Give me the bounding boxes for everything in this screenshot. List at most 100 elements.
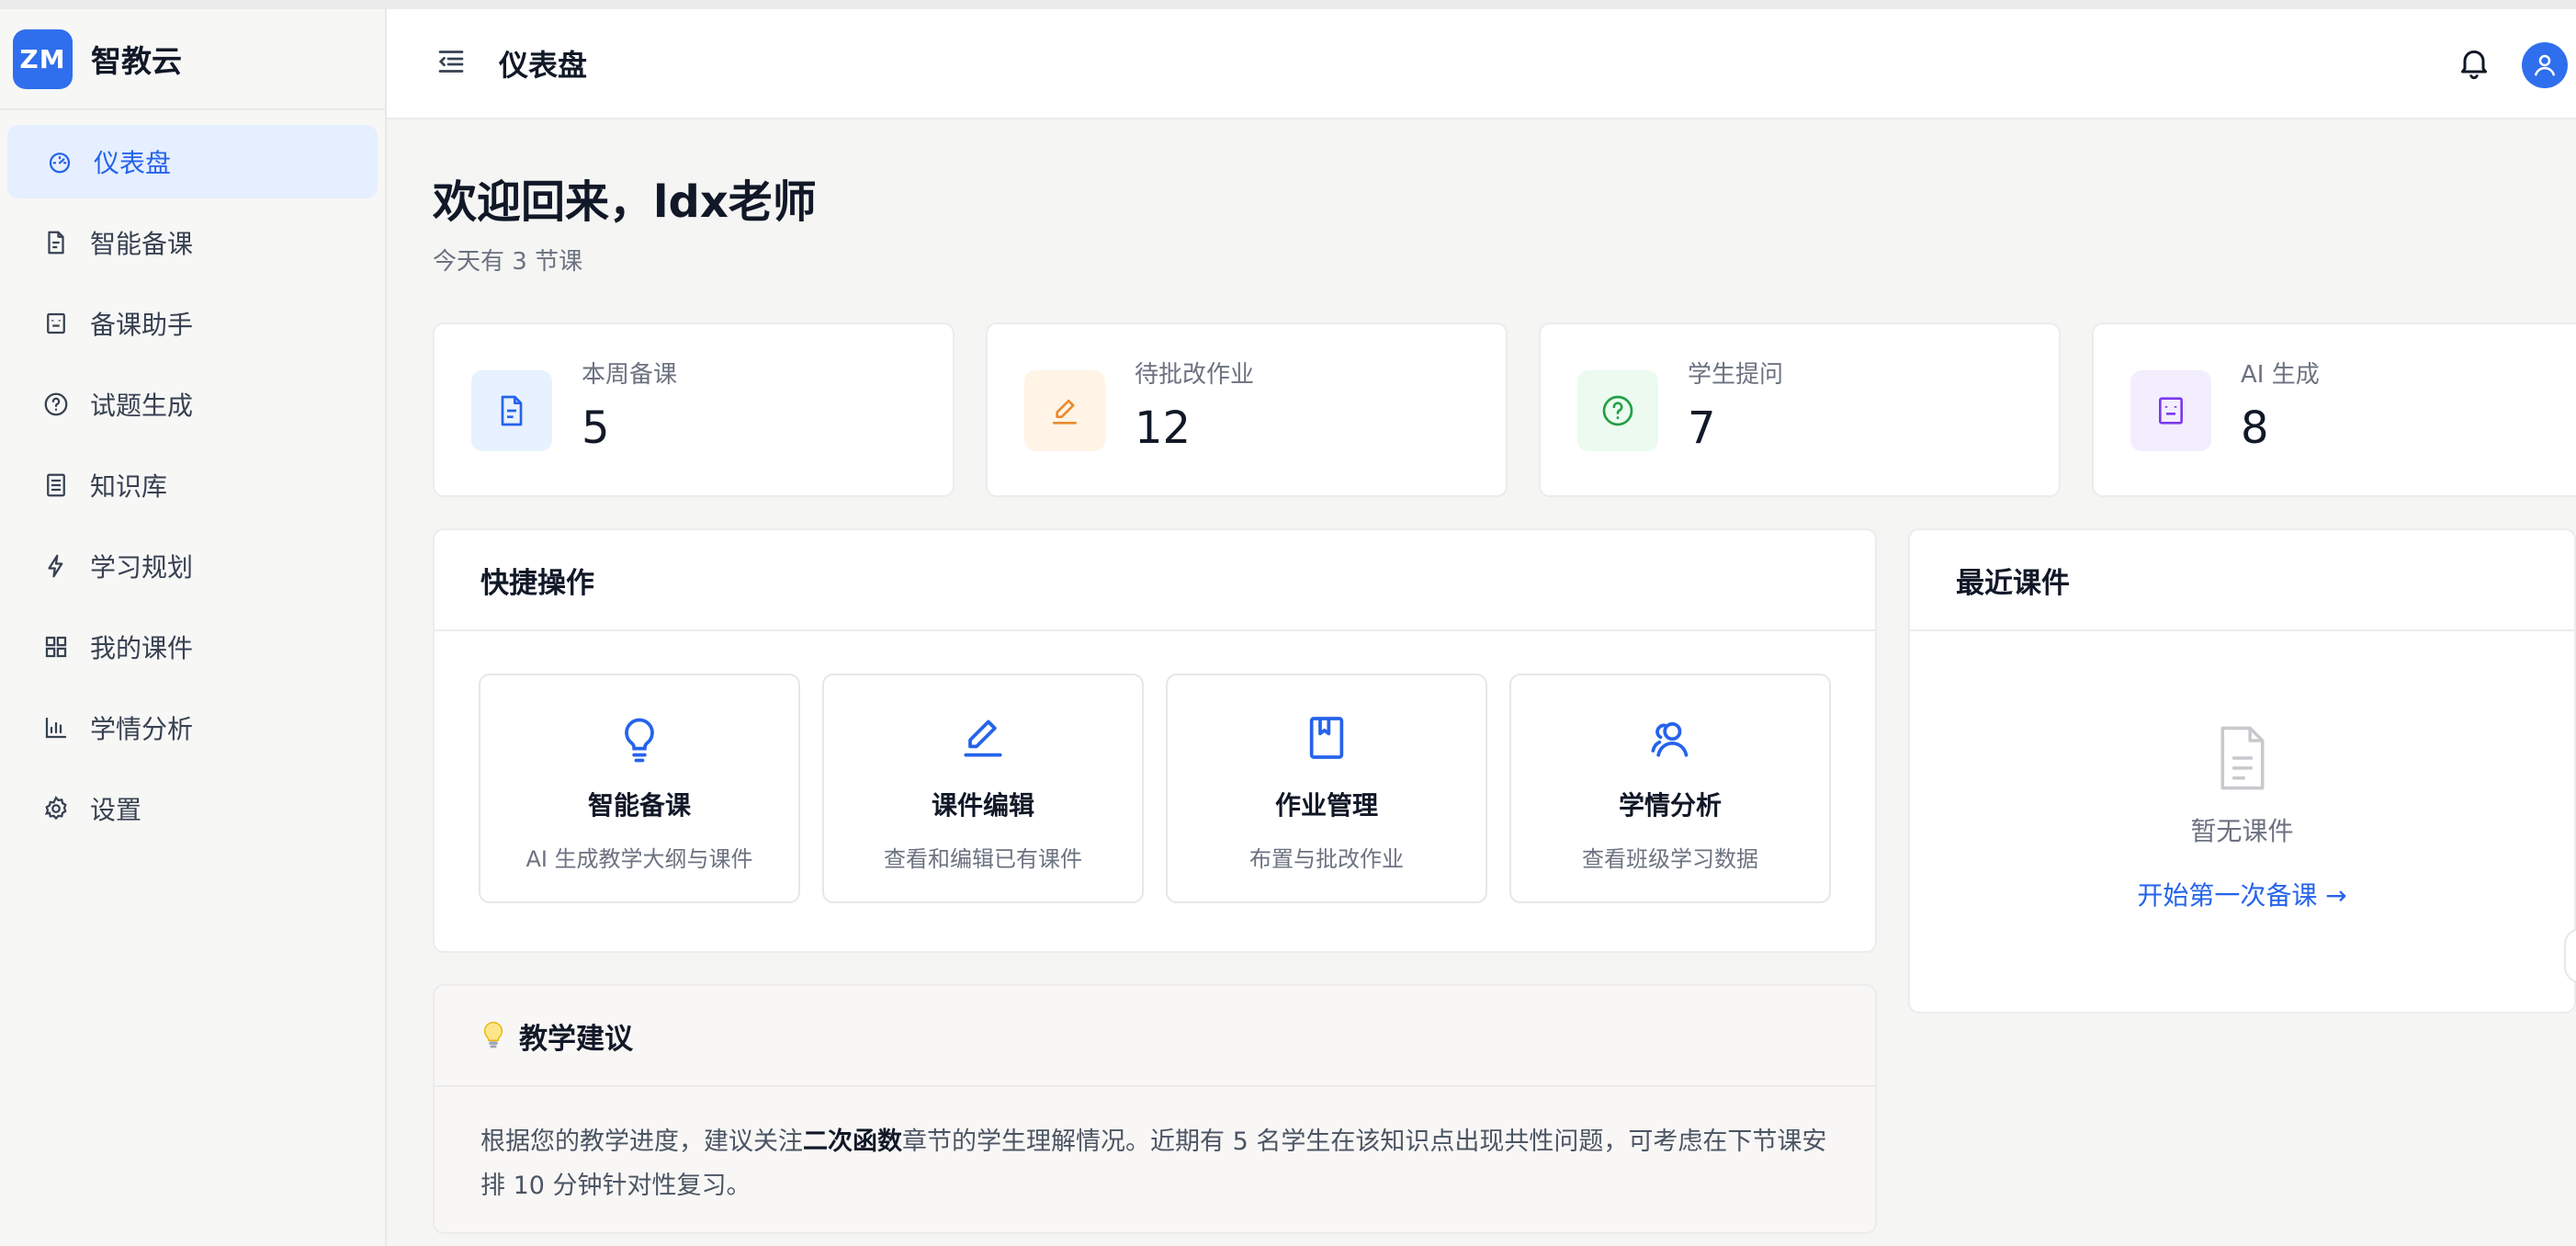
sidebar-item-label: 知识库 [90,471,168,502]
sidebar-item-my-courseware[interactable]: 我的课件 [7,610,378,684]
top-header: 仪表盘 [387,9,2576,119]
quick-action-courseware-edit[interactable]: 课件编辑 查看和编辑已有课件 [822,674,1144,903]
book-icon [47,473,65,497]
sidebar-item-label: 学习规划 [90,552,194,583]
question-circle-icon [44,392,68,416]
avatar[interactable] [2522,42,2568,88]
sidebar-item-dashboard[interactable]: 仪表盘 [7,125,378,198]
stats-row: 本周备课 5 待批改作业 12 学生提问 7 AI 生成 8 [433,323,2576,497]
welcome-subtitle: 今天有 3 节课 [433,248,583,276]
quick-action-title: 作业管理 [1274,790,1378,821]
recent-courseware-title: 最近课件 [1910,530,2574,631]
quick-action-desc: 查看班级学习数据 [1582,846,1758,872]
user-icon [2534,54,2556,76]
top-border [0,0,2576,9]
question-circle-icon [1602,395,1633,426]
sidebar-item-label: 试题生成 [90,391,194,421]
quick-action-desc: AI 生成教学大纲与课件 [525,846,753,872]
floating-edge-button[interactable] [2564,928,2576,983]
stat-value: 8 [2241,402,2269,454]
stat-value: 5 [582,402,610,454]
stat-card-student-questions[interactable]: 学生提问 7 [1539,323,2061,497]
start-first-prep-link[interactable]: 开始第一次备课 → [2137,876,2346,912]
bell-icon[interactable] [2456,44,2492,81]
empty-document-icon [2220,726,2264,790]
dashboard-content: 欢迎回来，ldx老师 今天有 3 节课 本周备课 5 待批改作业 12 学生提问… [387,119,2576,1234]
sidebar-item-label: 我的课件 [90,633,194,663]
lightning-icon [48,554,63,578]
main-area: 仪表盘 欢迎回来，ldx老师 今天有 3 节课 本周备课 5 待批改作业 12 … [387,0,2576,1246]
stat-label: 本周备课 [582,361,678,389]
welcome-title: 欢迎回来，ldx老师 [433,176,817,228]
sidebar-item-label: 设置 [90,795,142,825]
quick-action-desc: 布置与批改作业 [1249,846,1404,872]
users-icon [1651,721,1689,757]
quick-action-homework[interactable]: 作业管理 布置与批改作业 [1166,674,1487,903]
quick-action-title: 学情分析 [1618,790,1722,821]
sidebar-item-analytics[interactable]: 学情分析 [7,691,378,765]
empty-state-text: 暂无课件 [2190,816,2294,846]
bar-chart-icon [45,717,67,739]
sidebar-item-smart-prep[interactable]: 智能备课 [7,206,378,279]
stat-card-pending-homework[interactable]: 待批改作业 12 [986,323,1508,497]
document-icon [501,395,523,426]
left-column: 快捷操作 智能备课 AI 生成教学大纲与课件 课件编辑 查看和编辑已有课件 作业… [433,528,1877,1234]
page-title: 仪表盘 [499,48,588,83]
grid-icon [45,636,67,658]
stat-icon-wrap [471,370,552,451]
pencil-icon [964,719,1002,757]
sidebar-toggle-button[interactable] [435,45,468,82]
robot-icon [2159,397,2183,425]
stat-card-weekly-prep[interactable]: 本周备课 5 [433,323,955,497]
sidebar-item-label: 学情分析 [90,714,194,744]
quick-action-analytics[interactable]: 学情分析 查看班级学习数据 [1509,674,1831,903]
stat-value: 12 [1135,402,1192,454]
brand-logo: ZM [13,28,73,89]
sidebar-nav: 仪表盘 智能备课 备课助手 试题生成 知识库 学习规划 我的课件 学情分析 设置 [0,110,385,867]
stat-value: 7 [1688,402,1716,454]
lightbulb-icon [625,718,654,763]
brand-name: 智教云 [91,43,182,79]
sidebar-item-question-gen[interactable]: 试题生成 [7,368,378,441]
stat-label: 学生提问 [1688,361,1784,389]
recent-courseware-panel: 最近课件 暂无课件 开始第一次备课 → [1908,528,2576,1014]
sidebar-item-prep-assistant[interactable]: 备课助手 [7,287,378,360]
quick-action-title: 智能备课 [587,790,691,821]
stat-label: AI 生成 [2241,361,2320,389]
recent-empty-state: 暂无课件 开始第一次备课 → [1910,631,2574,912]
sidebar: ZM 智教云 仪表盘 智能备课 备课助手 试题生成 知识库 学习规划 我的课件 … [0,0,387,1246]
gear-icon [45,796,67,821]
quick-action-title: 课件编辑 [931,790,1034,821]
app-root: ZM 智教云 仪表盘 智能备课 备课助手 试题生成 知识库 学习规划 我的课件 … [0,0,2576,1246]
robot-icon [47,312,65,334]
stat-label: 待批改作业 [1135,361,1255,389]
teaching-tips-title: 教学建议 [519,1022,633,1056]
menu-collapse-icon [438,51,464,73]
teaching-tips-header: 教学建议 [435,986,1875,1087]
sidebar-item-label: 智能备课 [90,229,194,259]
tips-highlight: 二次函数 [803,1127,902,1156]
lightbulb-emoji-icon [484,1022,503,1048]
stat-icon-wrap [1024,370,1105,451]
quick-action-smart-prep[interactable]: 智能备课 AI 生成教学大纲与课件 [479,674,800,903]
quick-actions-grid: 智能备课 AI 生成教学大纲与课件 课件编辑 查看和编辑已有课件 作业管理 布置… [435,631,1875,903]
teaching-tips-text: 根据您的教学进度，建议关注二次函数章节的学生理解情况。近期有 5 名学生在该知识… [435,1087,1875,1208]
brand[interactable]: ZM 智教云 [0,9,385,110]
quick-actions-title: 快捷操作 [435,530,1875,631]
stat-icon-wrap [2130,370,2211,451]
tips-text-before: 根据您的教学进度，建议关注 [480,1127,803,1156]
teaching-tips-panel: 教学建议 根据您的教学进度，建议关注二次函数章节的学生理解情况。近期有 5 名学… [433,984,1877,1234]
sidebar-item-study-plan[interactable]: 学习规划 [7,529,378,603]
stat-card-ai-generated[interactable]: AI 生成 8 [2092,323,2576,497]
stat-icon-wrap [1577,370,1658,451]
quick-actions-panel: 快捷操作 智能备课 AI 生成教学大纲与课件 课件编辑 查看和编辑已有课件 作业… [433,528,1877,953]
sidebar-item-knowledge[interactable]: 知识库 [7,448,378,522]
book-icon [1309,717,1344,759]
document-icon [48,231,64,255]
panels-row: 快捷操作 智能备课 AI 生成教学大纲与课件 课件编辑 查看和编辑已有课件 作业… [433,528,2576,1234]
sidebar-item-label: 仪表盘 [94,148,172,178]
gauge-icon [49,153,71,174]
pencil-icon [1053,399,1077,425]
sidebar-item-label: 备课助手 [90,310,194,340]
sidebar-item-settings[interactable]: 设置 [7,772,378,845]
